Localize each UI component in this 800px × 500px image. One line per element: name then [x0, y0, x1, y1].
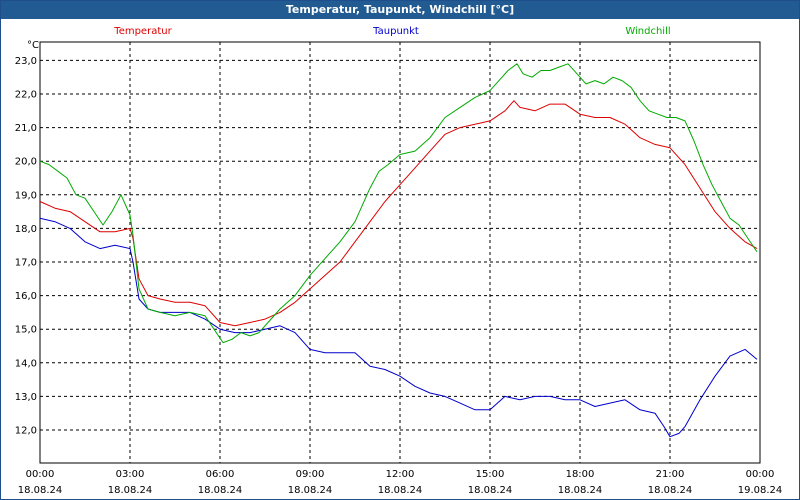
y-axis-ticks: 12,0 13,0 14,0 15,0 16,0 17,0 18,0 19,0 20,0 21,0…	[15, 56, 37, 437]
y-tick-label: 12,0	[15, 426, 37, 437]
x-tick-time: 21:00	[656, 469, 685, 480]
x-tick-date: 18.08.24	[198, 485, 243, 496]
x-tick-time: 18:00	[566, 469, 595, 480]
x-tick-time: 12:00	[386, 469, 415, 480]
legend: Temperatur Taupunkt Windchill	[113, 26, 670, 37]
series-line-temperatur	[39, 100, 758, 327]
x-tick-time: 00:00	[746, 469, 775, 480]
y-tick-label: 16,0	[15, 291, 37, 302]
legend-windchill: Windchill	[625, 26, 670, 37]
y-unit-label: °C	[27, 40, 39, 51]
x-tick-time: 09:00	[296, 469, 325, 480]
y-tick-label: 13,0	[15, 392, 37, 403]
y-tick-label: 22,0	[15, 90, 37, 101]
chart-plot: °C Temperatur Taupunkt Windchill 12,013,01…	[15, 26, 783, 496]
y-tick-label: 14,0	[15, 358, 37, 369]
grid	[40, 42, 760, 463]
y-tick-label: 23,0	[15, 56, 37, 67]
x-tick-date: 19.08.24	[738, 485, 783, 496]
x-tick-date: 18.08.24	[558, 485, 603, 496]
y-tick-label: 19,0	[15, 190, 37, 201]
series-lines	[39, 63, 758, 438]
x-tick-date: 18.08.24	[468, 485, 513, 496]
x-tick-date: 18.08.24	[288, 485, 333, 496]
x-tick-date: 18.08.24	[378, 485, 423, 496]
legend-taupunkt: Taupunkt	[372, 26, 419, 37]
x-tick-time: 06:00	[206, 469, 235, 480]
series-line-taupunkt	[39, 217, 758, 438]
x-tick-time: 00:00	[26, 469, 55, 480]
x-tick-time: 03:00	[116, 469, 145, 480]
y-tick-label: 20,0	[15, 157, 37, 168]
x-tick-date: 18.08.24	[18, 485, 63, 496]
y-tick-label: 17,0	[15, 258, 37, 269]
x-tick-time: 15:00	[476, 469, 505, 480]
legend-temperatur: Temperatur	[113, 26, 172, 37]
series-line-windchill	[39, 63, 758, 344]
y-tick-label: 21,0	[15, 123, 37, 134]
x-axis-ticks: 00:00 18.08.24 03:00 18.08.24 06:00 18.08.24 0…	[18, 469, 783, 496]
y-tick-label: 18,0	[15, 224, 37, 235]
y-tick-label: 15,0	[15, 325, 37, 336]
x-tick-date: 18.08.24	[648, 485, 693, 496]
x-tick-date: 18.08.24	[108, 485, 153, 496]
